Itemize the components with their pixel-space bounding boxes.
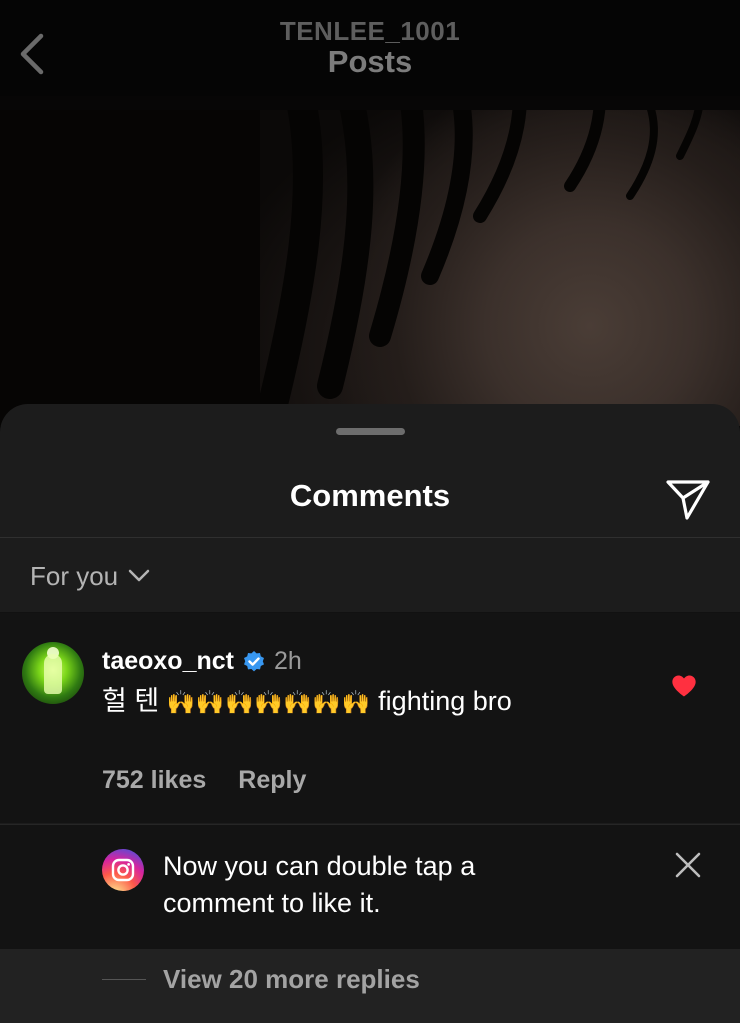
double-tap-tip: Now you can double tap a comment to like… <box>0 824 740 949</box>
comment-header: taeoxo_nct 2h <box>102 647 302 676</box>
avatar-figure <box>44 654 62 694</box>
raising-hands-emoji: 🙌🙌🙌🙌🙌🙌🙌 <box>166 690 371 716</box>
screen: TENLEE_1001 Posts Comments For you taeox… <box>0 0 740 1023</box>
like-button[interactable] <box>670 672 698 700</box>
replies-line <box>102 979 146 980</box>
sheet-drag-handle[interactable] <box>336 428 405 435</box>
comment-text-rest: fighting bro <box>370 686 512 716</box>
divider <box>0 537 740 538</box>
top-bar: TENLEE_1001 Posts <box>0 0 740 96</box>
comment-text-korean: 헐 텐 <box>102 686 160 716</box>
camera-glyph-icon <box>111 858 135 882</box>
comment-item[interactable]: taeoxo_nct 2h 헐 텐 🙌🙌🙌🙌🙌🙌🙌 fighting bro 7… <box>0 613 740 823</box>
post-image-hair <box>0 96 740 426</box>
close-tip-button[interactable] <box>672 849 704 881</box>
tip-text: Now you can double tap a comment to like… <box>163 851 476 918</box>
comment-actions: 752 likes Reply <box>102 766 306 795</box>
post-image <box>0 96 740 426</box>
username[interactable]: taeoxo_nct <box>102 647 234 676</box>
likes-count[interactable]: 752 likes <box>102 766 206 795</box>
paper-plane-icon <box>666 480 710 520</box>
view-more-replies[interactable]: View 20 more replies <box>0 949 740 1023</box>
page-title: Posts <box>327 44 413 79</box>
comment-filter-dropdown[interactable]: For you <box>30 556 150 596</box>
view-more-replies-label[interactable]: View 20 more replies <box>163 964 420 995</box>
instagram-logo-icon <box>102 849 144 891</box>
comment-text: 헐 텐 🙌🙌🙌🙌🙌🙌🙌 fighting bro <box>102 683 622 722</box>
close-icon <box>675 852 701 878</box>
reply-button[interactable]: Reply <box>238 766 306 795</box>
sheet-title: Comments <box>289 478 451 513</box>
chevron-down-icon <box>128 569 150 582</box>
avatar[interactable] <box>22 642 84 704</box>
share-button[interactable] <box>664 474 712 522</box>
comments-sheet: Comments For you taeoxo_nct 2h 헐 텐 🙌🙌🙌🙌🙌… <box>0 404 740 1023</box>
filter-label: For you <box>30 560 119 591</box>
verified-badge-icon <box>243 650 264 671</box>
heart-filled-icon <box>672 675 696 697</box>
comment-time: 2h <box>273 647 302 675</box>
account-name: TENLEE_1001 <box>279 16 461 46</box>
